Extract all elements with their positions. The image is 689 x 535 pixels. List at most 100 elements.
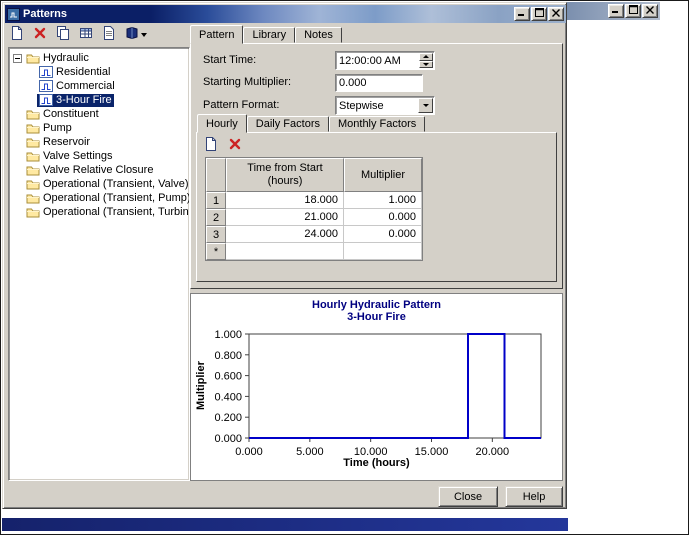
tree-item-label: Constituent: [43, 108, 99, 120]
delete-pattern-button[interactable]: [30, 25, 50, 45]
combo-dropdown-button[interactable]: [418, 98, 433, 113]
duplicate-icon: [55, 25, 71, 44]
tree-item-pump[interactable]: Pump: [24, 122, 74, 135]
tab-hourly[interactable]: Hourly: [197, 114, 247, 133]
starting-multiplier-label: Starting Multiplier:: [203, 76, 291, 88]
grid-col-multiplier-header[interactable]: Multiplier: [344, 158, 422, 192]
new-icon: [9, 25, 25, 44]
report-button[interactable]: [99, 25, 119, 45]
add-row-button[interactable]: [201, 135, 221, 155]
arrow-up-icon: [423, 55, 429, 58]
pattern-format-combobox[interactable]: Stepwise: [335, 96, 435, 115]
svg-text:0.000: 0.000: [235, 446, 263, 456]
folder-icon: [26, 136, 40, 148]
folder-icon: [26, 150, 40, 162]
folder-icon: [26, 164, 40, 176]
hourly-tab-page: Time from Start (hours) Multiplier 118.0…: [196, 132, 557, 282]
bg-minimize-button[interactable]: [608, 4, 624, 18]
grid-cell-multiplier[interactable]: 1.000: [344, 192, 422, 209]
tree-item-operational-transient-turbine[interactable]: Operational (Transient, Turbine): [24, 206, 190, 219]
tree-item-reservoir[interactable]: Reservoir: [24, 136, 92, 149]
starting-multiplier-input[interactable]: [336, 75, 422, 91]
start-time-input[interactable]: [336, 52, 419, 69]
pattern-tab-page: Start Time: Starting Multiplier: Pattern…: [190, 43, 563, 289]
close-dialog-button[interactable]: Close: [438, 486, 498, 507]
close-icon: [646, 5, 654, 17]
svg-text:0.800: 0.800: [214, 350, 242, 362]
tree-item-label: Valve Relative Closure: [43, 164, 153, 176]
tree-expander-icon[interactable]: [11, 54, 24, 63]
duplicate-pattern-button[interactable]: [53, 25, 73, 45]
svg-text:15.000: 15.000: [415, 446, 449, 456]
grid-cell-multiplier[interactable]: 0.000: [344, 209, 422, 226]
minimize-icon: [518, 8, 526, 20]
svg-text:0.400: 0.400: [214, 391, 242, 403]
delete-icon: [227, 136, 243, 155]
grid-cell-multiplier[interactable]: 0.000: [344, 226, 422, 243]
tab-pattern[interactable]: Pattern: [190, 25, 243, 44]
bg-close-button[interactable]: [642, 4, 658, 18]
grid-cell-multiplier[interactable]: [344, 243, 422, 260]
grid-cell-time[interactable]: 18.000: [226, 192, 344, 209]
factor-tabstrip: Hourly Daily Factors Monthly Factors: [197, 114, 425, 133]
pattern-icon: [39, 66, 53, 78]
tree-item-operational-transient-pump[interactable]: Operational (Transient, Pump): [24, 192, 190, 205]
tab-library[interactable]: Library: [243, 27, 295, 43]
bg-maximize-button[interactable]: [625, 4, 641, 18]
report-icon: [101, 25, 117, 44]
new-pattern-button[interactable]: [7, 25, 27, 45]
folder-icon: [26, 178, 40, 190]
grid-row-header[interactable]: 1: [206, 192, 226, 209]
main-toolbar: [7, 24, 150, 45]
tree-item-label: Reservoir: [43, 136, 90, 148]
table-row: *: [206, 243, 422, 260]
table-row: 221.0000.000: [206, 209, 422, 226]
tab-monthly-factors[interactable]: Monthly Factors: [329, 116, 425, 132]
sync-options-dropdown[interactable]: [122, 25, 150, 45]
tree-item-valve-relative-closure[interactable]: Valve Relative Closure: [24, 164, 155, 177]
grid-cell-time[interactable]: 21.000: [226, 209, 344, 226]
close-icon: [552, 8, 560, 20]
close-button[interactable]: [548, 7, 564, 21]
grid-row-header[interactable]: *: [206, 243, 226, 260]
background-window-titlebar: [567, 2, 660, 20]
tree-item-label: Operational (Transient, Turbine): [43, 206, 190, 218]
tree-item-operational-transient-valve[interactable]: Operational (Transient, Valve): [24, 178, 190, 191]
folder-icon: [26, 52, 40, 64]
tree-item-commercial[interactable]: Commercial: [37, 80, 117, 93]
grid-row-header[interactable]: 2: [206, 209, 226, 226]
tab-daily-factors[interactable]: Daily Factors: [247, 116, 329, 132]
dialog-titlebar[interactable]: Patterns: [5, 5, 566, 23]
spinner-down-button[interactable]: [419, 61, 433, 69]
tree-item-label: Hydraulic: [43, 52, 89, 64]
grid-row-header[interactable]: 3: [206, 226, 226, 243]
spinner-up-button[interactable]: [419, 53, 433, 61]
folder-icon: [26, 206, 40, 218]
tree-item-constituent[interactable]: Constituent: [24, 108, 101, 121]
grid-col-time-header[interactable]: Time from Start (hours): [226, 158, 344, 192]
tab-notes[interactable]: Notes: [295, 27, 342, 43]
tree-item-residential[interactable]: Residential: [37, 66, 112, 79]
tree-item-3-hour-fire[interactable]: 3-Hour Fire: [37, 94, 114, 107]
maximize-button[interactable]: [531, 7, 547, 21]
tree-item-hydraulic[interactable]: Hydraulic: [24, 52, 91, 65]
table-row: 118.0001.000: [206, 192, 422, 209]
help-button[interactable]: Help: [505, 486, 563, 507]
grid-header-row: Time from Start (hours) Multiplier: [206, 158, 422, 192]
grid-cell-time[interactable]: [226, 243, 344, 260]
table-button[interactable]: [76, 25, 96, 45]
delete-row-button[interactable]: [225, 135, 245, 155]
table-row: 324.0000.000: [206, 226, 422, 243]
maximize-icon: [629, 5, 638, 17]
delete-icon: [32, 25, 48, 44]
tree-item-label: Valve Settings: [43, 150, 113, 162]
table-icon: [78, 25, 94, 44]
start-time-spinner: [419, 53, 433, 68]
dialog-title: Patterns: [23, 8, 67, 20]
tree-item-label: Operational (Transient, Pump): [43, 192, 190, 204]
folder-icon: [26, 122, 40, 134]
grid-cell-time[interactable]: 24.000: [226, 226, 344, 243]
minimize-button[interactable]: [514, 7, 530, 21]
tree-item-valve-settings[interactable]: Valve Settings: [24, 150, 115, 163]
window-controls: [514, 7, 564, 21]
